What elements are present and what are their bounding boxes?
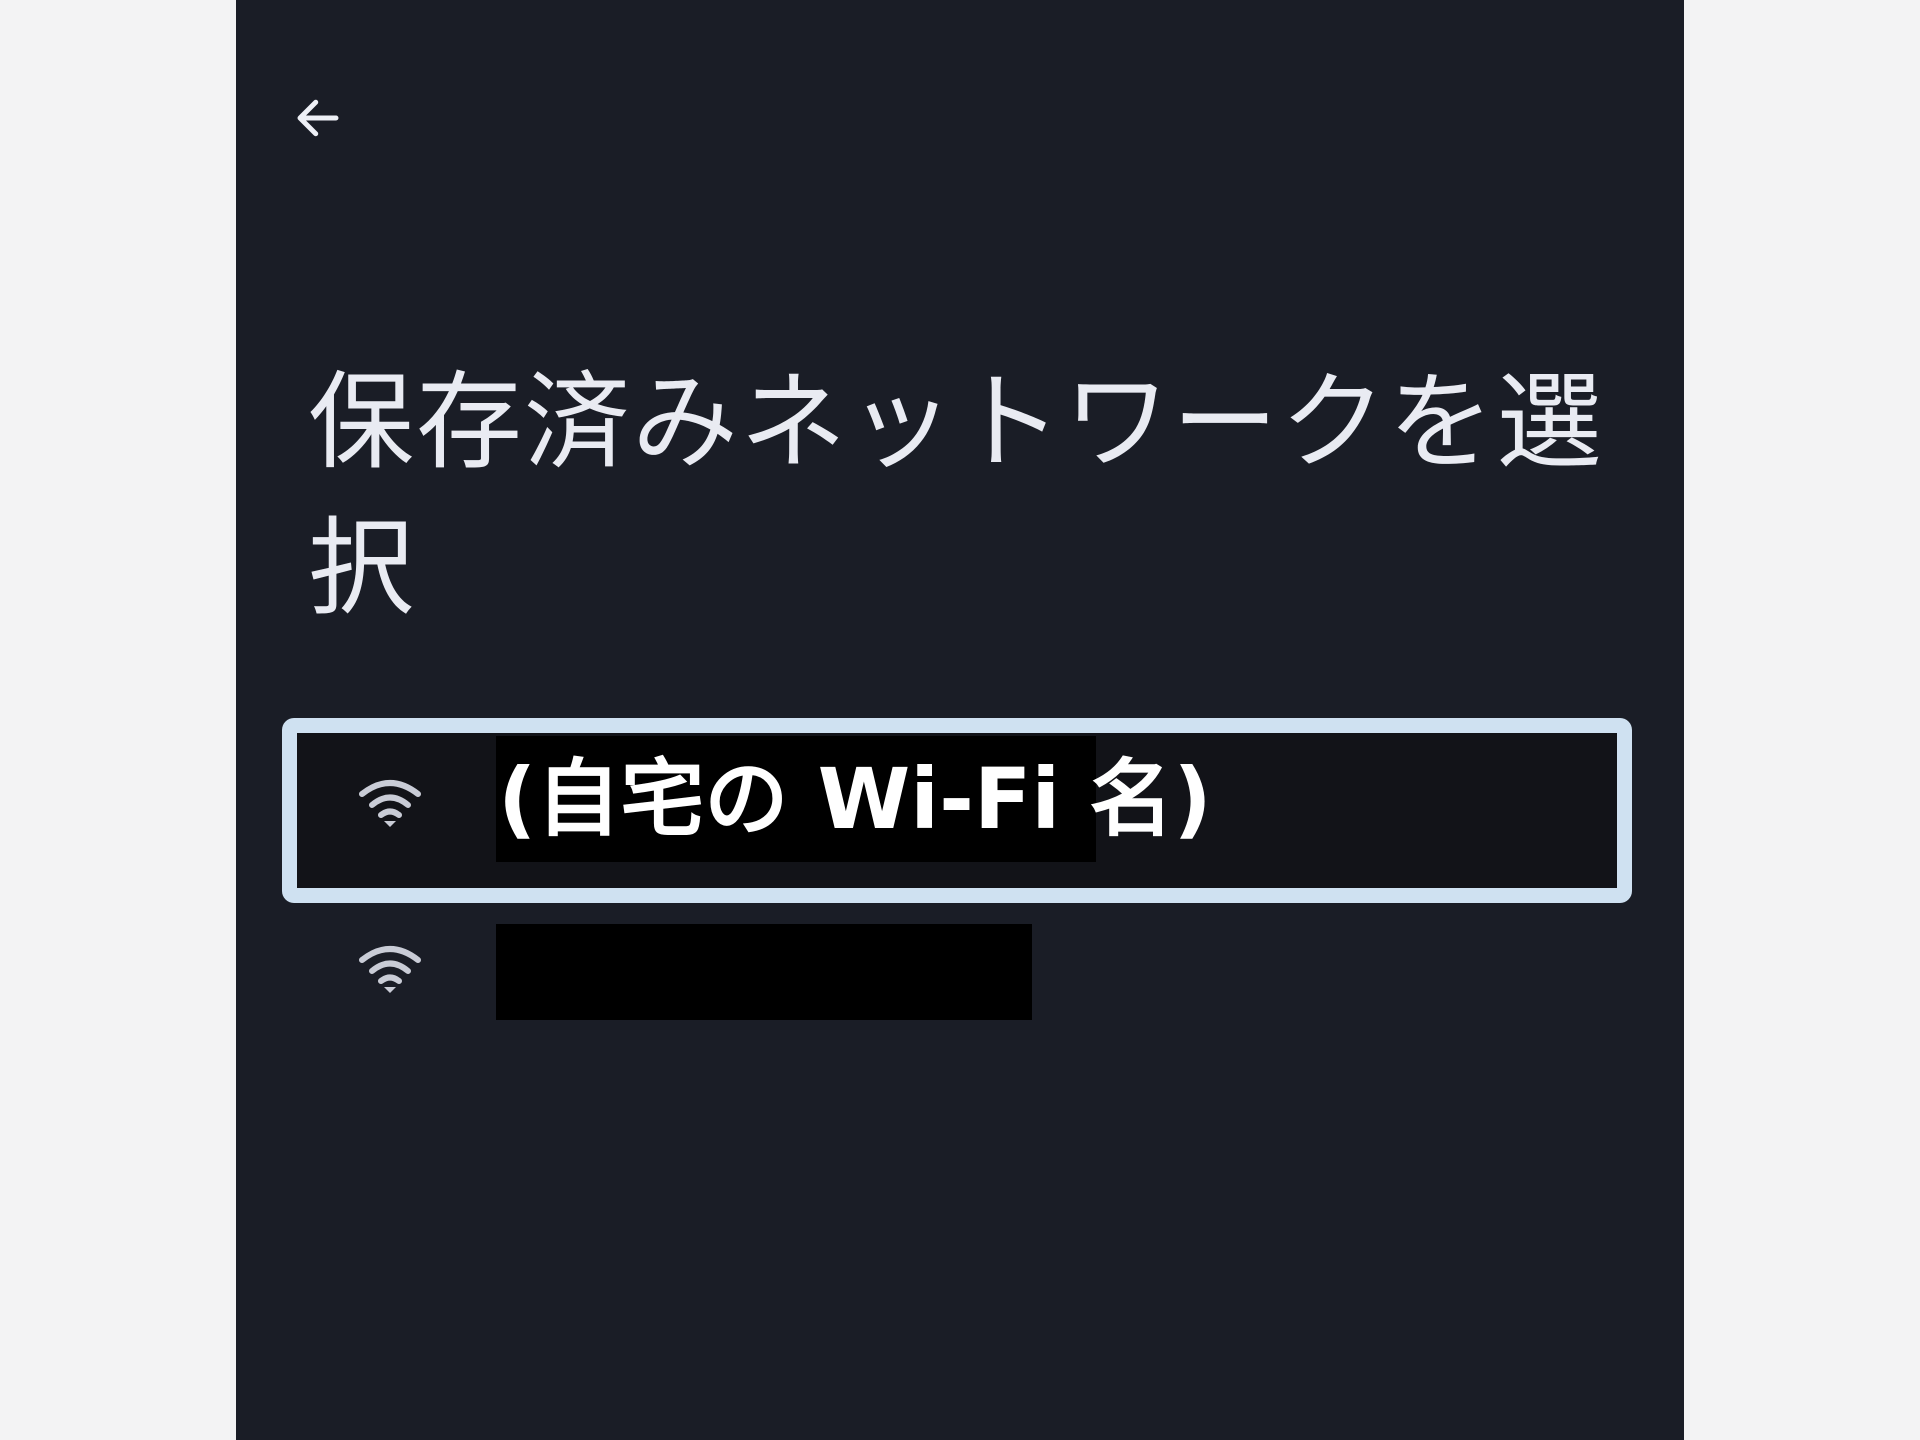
network-name: (自宅の Wi-Fi 名) xyxy=(498,750,1212,848)
network-item-other[interactable] xyxy=(236,892,1684,1052)
back-button[interactable] xyxy=(288,88,348,148)
redacted-network-name xyxy=(496,924,1032,1020)
page-title: 保存済みネットワークを選択 xyxy=(308,361,1604,630)
network-item-home[interactable]: (自宅の Wi-Fi 名) xyxy=(236,720,1684,880)
network-name-container: (自宅の Wi-Fi 名) xyxy=(496,736,1212,862)
wifi-icon xyxy=(359,780,421,827)
arrow-left-icon xyxy=(297,99,339,137)
wifi-icon xyxy=(359,946,421,993)
phone-screen: 保存済みネットワークを選択 (自宅の Wi-Fi 名) xyxy=(236,0,1684,1440)
